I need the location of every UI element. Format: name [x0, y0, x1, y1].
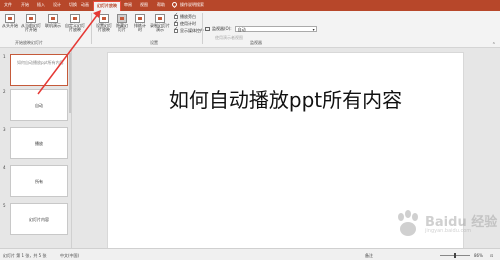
present-online-button[interactable]: 联机演示 [45, 14, 61, 28]
use-timings-label: 使用计时 [180, 21, 196, 26]
tab-file[interactable]: 文件 [4, 2, 12, 7]
slide-counter: 幻灯片 第 1 张，共 5 张 [3, 253, 47, 258]
status-bar: 幻灯片 第 1 张，共 5 张 中文(中国) 备注 86% ⊡ [0, 248, 500, 260]
ribbon-panel: 从头开始 从当前幻灯片开始 联机演示 自定义幻灯片放映 开始放映幻灯片 设置幻灯… [0, 11, 500, 48]
slide-thumbnail[interactable]: 所有 [10, 165, 68, 197]
show-media-controls-label: 显示媒体控件 [180, 28, 204, 33]
slideshow-current-icon [26, 14, 36, 23]
monitor-dropdown[interactable]: 自动 ▾ [234, 26, 317, 32]
record-slideshow-label: 录制幻灯片演示 [150, 23, 170, 32]
watermark-url: jingyan.baidu.com [425, 228, 472, 234]
group-divider [91, 13, 92, 44]
tab-design[interactable]: 设计 [53, 2, 61, 7]
hide-slide-label: 隐藏幻灯片 [116, 23, 128, 32]
baidu-paw-icon [398, 210, 418, 236]
checkbox-box [174, 27, 178, 33]
record-slideshow-icon [155, 14, 165, 23]
setup-slideshow-icon [99, 14, 109, 23]
custom-slideshow-label: 自定义幻灯片放映 [65, 23, 85, 32]
show-media-controls-checkbox[interactable]: 显示媒体控件 [174, 27, 204, 33]
slide-number: 3 [3, 127, 6, 132]
slide-number: 5 [3, 203, 6, 208]
chevron-down-icon: ▾ [312, 27, 315, 32]
language-indicator[interactable]: 中文(中国) [60, 253, 79, 259]
collapse-ribbon-icon[interactable]: ⌃ [492, 42, 496, 48]
slide-thumbnail[interactable]: 自动 [10, 89, 68, 121]
present-online-icon [48, 14, 58, 23]
from-current-button[interactable]: 从当前幻灯片开始 [20, 14, 42, 32]
slide-title[interactable]: 如何自动播放ppt所有内容 [108, 84, 463, 113]
tab-slide-show[interactable]: 幻灯片放映 [93, 1, 121, 11]
tab-animations[interactable]: 动画 [81, 2, 89, 7]
slide-thumbnail-pane: 1 如何自动播放ppt所有内容 2 自动 3 播放 4 所有 5 幻灯片内容 [0, 49, 72, 248]
present-online-label: 联机演示 [45, 23, 61, 28]
slide-thumbnail[interactable]: 幻灯片内容 [10, 203, 68, 235]
rehearse-timings-button[interactable]: 排练计时 [133, 14, 147, 32]
hide-slide-icon [117, 14, 127, 23]
thumbnail-scrollbar[interactable] [69, 53, 71, 113]
slide-thumbnail[interactable]: 如何自动播放ppt所有内容 [10, 54, 68, 86]
tab-home[interactable]: 开始 [21, 2, 29, 7]
thumbnail-text: 自动 [35, 103, 43, 108]
tab-help[interactable]: 帮助 [157, 2, 165, 7]
zoom-slider[interactable] [440, 253, 470, 258]
baidu-watermark: Baidu 经验 jingyan.baidu.com [395, 208, 497, 242]
group-label-monitors: 监视器 [250, 40, 262, 45]
zoom-level[interactable]: 86% [474, 253, 483, 258]
lightbulb-icon [170, 0, 179, 9]
rehearse-timings-icon [135, 14, 145, 23]
from-beginning-button[interactable]: 从头开始 [2, 14, 18, 28]
tell-me-search[interactable]: 操作说明搜索 [180, 2, 204, 7]
group-label-start-slideshow: 开始放映幻灯片 [15, 40, 43, 45]
setup-slideshow-button[interactable]: 设置幻灯片放映 [95, 14, 113, 32]
group-divider [202, 13, 203, 44]
monitor-selector: 监视器(O): 自动 ▾ [205, 26, 317, 32]
setup-slideshow-label: 设置幻灯片放映 [96, 23, 112, 32]
notes-button[interactable]: 备注 [365, 253, 373, 259]
thumbnail-text: 所有 [35, 179, 43, 184]
slideshow-start-icon [5, 14, 15, 23]
slide-number: 1 [3, 54, 6, 59]
tab-review[interactable]: 审阅 [124, 2, 132, 7]
monitor-value: 自动 [237, 27, 246, 32]
slide-number: 4 [3, 165, 6, 170]
rehearse-timings-label: 排练计时 [134, 23, 146, 32]
from-current-label: 从当前幻灯片开始 [21, 23, 41, 32]
tab-transitions[interactable]: 切换 [69, 2, 77, 7]
play-narrations-label: 播放旁白 [180, 14, 196, 19]
from-beginning-label: 从头开始 [2, 23, 18, 28]
record-slideshow-button[interactable]: 录制幻灯片演示 [150, 14, 170, 32]
group-label-setup: 设置 [150, 40, 158, 45]
monitor-icon [205, 27, 210, 31]
thumbnail-text: 幻灯片内容 [29, 217, 49, 222]
monitor-label: 监视器(O): [212, 26, 232, 31]
hide-slide-button[interactable]: 隐藏幻灯片 [115, 14, 129, 32]
slide-number: 2 [3, 89, 6, 94]
thumbnail-text: 如何自动播放ppt所有内容 [17, 60, 64, 65]
tab-view[interactable]: 视图 [140, 2, 148, 7]
custom-slideshow-icon [70, 14, 80, 23]
custom-slideshow-button[interactable]: 自定义幻灯片放映 [64, 14, 86, 32]
ribbon-tab-bar: 文件 开始 插入 设计 切换 动画 幻灯片放映 审阅 视图 帮助 操作说明搜索 [0, 0, 500, 11]
fit-window-icon[interactable]: ⊡ [490, 253, 493, 258]
slide-thumbnail[interactable]: 播放 [10, 127, 68, 159]
thumbnail-text: 播放 [35, 141, 43, 146]
presenter-view-checkbox[interactable]: 使用演示者视图 [215, 35, 243, 41]
tab-insert[interactable]: 插入 [37, 2, 45, 7]
